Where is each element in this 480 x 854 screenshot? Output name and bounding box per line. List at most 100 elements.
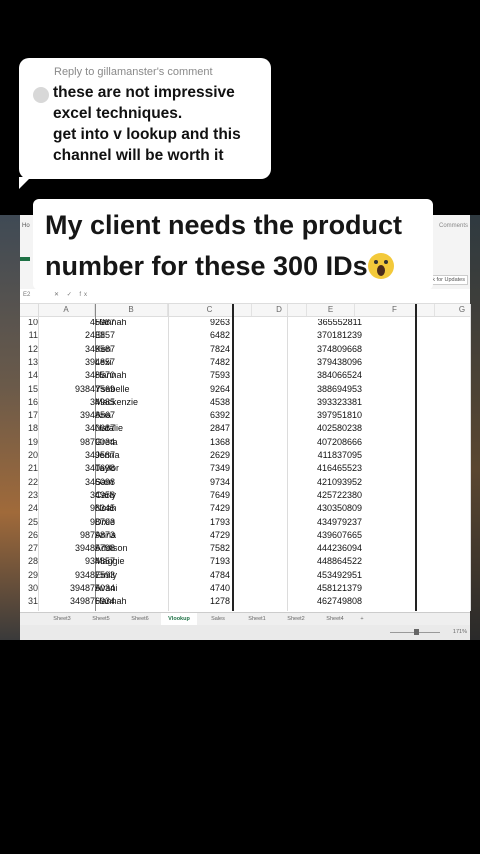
table-row: 25 98793 Dixie 1793 434979237: [20, 516, 470, 529]
product-number-cell[interactable]: 397951810: [275, 409, 362, 422]
column-header-c[interactable]: C: [168, 304, 252, 316]
tab-sheet3[interactable]: Sheet3: [44, 613, 80, 625]
product-number-cell[interactable]: 425722380: [275, 489, 362, 502]
value-cell[interactable]: 4729: [165, 529, 230, 542]
value-cell[interactable]: 9734: [165, 476, 230, 489]
tab-sheet4[interactable]: Sheet4: [317, 613, 353, 625]
product-number-cell[interactable]: 421093952: [275, 476, 362, 489]
name-cell[interactable]: Addison: [95, 542, 171, 555]
add-sheet-button[interactable]: +: [356, 613, 368, 625]
name-cell[interactable]: Anna: [95, 529, 171, 542]
product-number-cell[interactable]: 374809668: [275, 343, 362, 356]
value-cell[interactable]: 7193: [165, 555, 230, 568]
value-cell[interactable]: 7429: [165, 502, 230, 515]
zoom-slider-handle[interactable]: [414, 629, 419, 635]
value-cell[interactable]: 7649: [165, 489, 230, 502]
column-header-g[interactable]: G: [435, 304, 480, 316]
value-cell[interactable]: 2629: [165, 449, 230, 462]
tab-sales[interactable]: Sales: [200, 613, 236, 625]
name-cell[interactable]: Hannah: [95, 319, 171, 329]
table-row: 20 349587 Jenna 2629 411837095: [20, 449, 470, 462]
column-header-b[interactable]: B: [95, 304, 168, 316]
product-number-cell[interactable]: 402580238: [275, 422, 362, 435]
name-cell[interactable]: Hannah: [95, 369, 171, 382]
value-cell[interactable]: 7349: [165, 462, 230, 475]
product-number-cell[interactable]: 384066524: [275, 369, 362, 382]
tab-sheet1[interactable]: Sheet1: [239, 613, 275, 625]
name-cell[interactable]: Jenna: [95, 449, 171, 462]
name-cell[interactable]: Carly: [95, 489, 171, 502]
value-cell[interactable]: 6392: [165, 409, 230, 422]
product-number-cell[interactable]: 458121379: [275, 582, 362, 595]
value-cell[interactable]: 4784: [165, 569, 230, 582]
product-number-cell[interactable]: 379438096: [275, 356, 362, 369]
value-cell[interactable]: 9264: [165, 383, 230, 396]
value-cell[interactable]: 7482: [165, 356, 230, 369]
name-cell[interactable]: Taylor: [95, 462, 171, 475]
value-cell[interactable]: 4538: [165, 396, 230, 409]
value-cell[interactable]: 7582: [165, 542, 230, 555]
product-number-cell[interactable]: 365552811: [275, 319, 362, 329]
value-cell[interactable]: 1368: [165, 436, 230, 449]
product-number-cell[interactable]: 407208666: [275, 436, 362, 449]
value-cell[interactable]: 1793: [165, 516, 230, 529]
value-cell[interactable]: 4740: [165, 582, 230, 595]
avatar: [33, 87, 49, 103]
column-header-f[interactable]: F: [355, 304, 435, 316]
product-number-cell[interactable]: 370181239: [275, 329, 362, 342]
name-cell[interactable]: Ana: [95, 409, 171, 422]
tab-sheet2[interactable]: Sheet2: [278, 613, 314, 625]
name-box[interactable]: E2: [23, 292, 30, 298]
desktop-wallpaper-right: [470, 215, 480, 640]
name-cell[interactable]: Ken: [95, 343, 171, 356]
name-cell[interactable]: Ysabelle: [95, 383, 171, 396]
caption-line-2: number for these 300 IDs: [45, 251, 368, 281]
name-cell[interactable]: Emily: [95, 569, 171, 582]
value-cell[interactable]: 7824: [165, 343, 230, 356]
tab-sheet5[interactable]: Sheet5: [83, 613, 119, 625]
product-number-cell[interactable]: 393323381: [275, 396, 362, 409]
column-header-d[interactable]: D: [252, 304, 307, 316]
product-number-cell[interactable]: 439607665: [275, 529, 362, 542]
value-cell[interactable]: 6482: [165, 329, 230, 342]
product-number-cell[interactable]: 434979237: [275, 516, 362, 529]
comments-button[interactable]: Comments: [439, 223, 468, 229]
value-cell[interactable]: 2847: [165, 422, 230, 435]
value-cell[interactable]: 1278: [165, 595, 230, 608]
cell-grid[interactable]: 10 45987 Hannah 9263 365552811 11 243857 Eli 648…: [20, 319, 470, 611]
name-cell[interactable]: Sam: [95, 476, 171, 489]
formula-bar[interactable]: E2 ✕ ✓ fx: [20, 289, 470, 304]
value-cell[interactable]: 9263: [165, 319, 230, 329]
column-header-e[interactable]: E: [307, 304, 355, 316]
product-number-cell[interactable]: 388694953: [275, 383, 362, 396]
name-cell[interactable]: Lexi: [95, 356, 171, 369]
product-number-cell[interactable]: 462749808: [275, 595, 362, 608]
name-cell[interactable]: Greta: [95, 436, 171, 449]
name-cell[interactable]: Mackenzie: [95, 396, 171, 409]
table-row: 26 9879873 Anna 4729 439607665: [20, 529, 470, 542]
table-row: 31 349876934 Hannah 1278 462749808: [20, 595, 470, 608]
name-cell[interactable]: Noah: [95, 502, 171, 515]
value-cell[interactable]: 7593: [165, 369, 230, 382]
product-number-cell[interactable]: 411837095: [275, 449, 362, 462]
table-row: 27 39485798 Addison 7582 444236094: [20, 542, 470, 555]
scream-emoji-icon: [367, 253, 394, 279]
name-cell[interactable]: Eli: [95, 329, 171, 342]
name-cell[interactable]: Maggie: [95, 555, 171, 568]
tab-sheet6[interactable]: Sheet6: [122, 613, 158, 625]
product-number-cell[interactable]: 448864522: [275, 555, 362, 568]
product-number-cell[interactable]: 444236094: [275, 542, 362, 555]
table-row: 12 349587 Ken 7824 374809668: [20, 343, 470, 356]
product-number-cell[interactable]: 430350809: [275, 502, 362, 515]
tab-home[interactable]: Ho: [22, 223, 30, 229]
name-cell[interactable]: Natalie: [95, 422, 171, 435]
name-cell[interactable]: Hannah: [95, 595, 171, 608]
column-header-a[interactable]: A: [38, 304, 95, 316]
row-number: 15: [27, 383, 38, 394]
product-number-cell[interactable]: 453492951: [275, 569, 362, 582]
product-number-cell[interactable]: 416465523: [275, 462, 362, 475]
name-cell[interactable]: Dixie: [95, 516, 171, 529]
comment-text: these are not impressive excel technique…: [53, 84, 241, 164]
name-cell[interactable]: Avani: [95, 582, 171, 595]
table-row: 19 9879034 Greta 1368 407208666: [20, 436, 470, 449]
